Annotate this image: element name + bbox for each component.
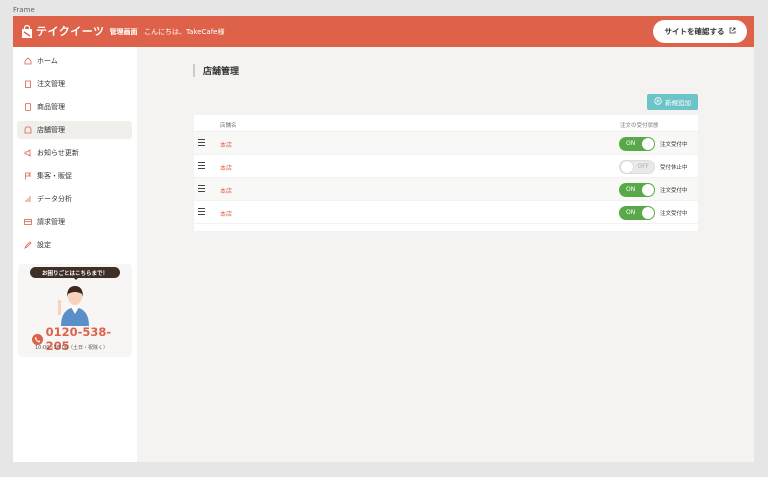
help-card: お困りごとはこちらまで！ 0120-538-205 10:00~18:00（土日… bbox=[18, 264, 132, 357]
logo-subtitle: 管理画面 bbox=[109, 28, 138, 36]
home-icon bbox=[21, 57, 34, 65]
sidebar-item-label: 注文管理 bbox=[37, 80, 65, 88]
table-header: 店舗名 注文の受付状態 bbox=[194, 115, 698, 132]
megaphone-icon bbox=[21, 149, 34, 157]
pencil-icon bbox=[21, 241, 34, 249]
table-row: 本店 ON 注文受付中 bbox=[194, 201, 698, 224]
card-icon bbox=[21, 218, 34, 226]
header-bar: テイクイーツ 管理画面 こんにちは、TakeCafe様 サイトを確認する bbox=[13, 16, 754, 47]
toggle-label: ON bbox=[626, 140, 636, 147]
sidebar: ホーム 注文管理 商品管理 店舗管理 お知らせ更新 集客・販促 データ分析 請求… bbox=[13, 47, 137, 462]
external-link-icon bbox=[729, 27, 736, 36]
book-icon bbox=[21, 103, 34, 111]
column-header-store-name: 店舗名 bbox=[220, 123, 237, 129]
sidebar-item-label: 集客・販促 bbox=[37, 172, 72, 180]
table-row: 本店 ON 注文受付中 bbox=[194, 132, 698, 155]
sidebar-item-home[interactable]: ホーム bbox=[17, 52, 132, 70]
sidebar-item-stores[interactable]: 店舗管理 bbox=[17, 121, 132, 139]
order-status-toggle[interactable]: ON bbox=[619, 183, 655, 197]
sidebar-item-label: データ分析 bbox=[37, 195, 72, 203]
toggle-label: OFF bbox=[637, 163, 649, 170]
drag-handle-icon[interactable] bbox=[198, 139, 205, 148]
page-header: 店舗管理 bbox=[193, 64, 239, 77]
sidebar-item-products[interactable]: 商品管理 bbox=[17, 98, 132, 116]
status-text: 注文受付中 bbox=[660, 142, 688, 148]
order-status-toggle[interactable]: ON bbox=[619, 206, 655, 220]
page-title: 店舗管理 bbox=[203, 67, 240, 77]
shopping-bag-icon bbox=[21, 24, 33, 38]
flag-icon bbox=[21, 172, 34, 180]
status-text: 注文受付中 bbox=[660, 188, 688, 194]
sidebar-item-billing[interactable]: 請求管理 bbox=[17, 213, 132, 231]
table-row: 本店 OFF 受付休止中 bbox=[194, 155, 698, 178]
sidebar-item-label: ホーム bbox=[37, 57, 58, 65]
view-site-label: サイトを確認する bbox=[664, 27, 725, 36]
plus-circle-icon bbox=[654, 97, 662, 107]
support-person-illustration bbox=[55, 281, 95, 326]
store-name-link[interactable]: 本店 bbox=[220, 140, 232, 149]
view-site-button[interactable]: サイトを確認する bbox=[653, 20, 747, 43]
toggle-label: ON bbox=[626, 209, 636, 216]
order-status-toggle[interactable]: ON bbox=[619, 137, 655, 151]
add-new-button[interactable]: 新規追加 bbox=[647, 94, 698, 110]
add-new-label: 新規追加 bbox=[665, 99, 691, 107]
toggle-knob bbox=[642, 138, 654, 150]
sidebar-item-label: 商品管理 bbox=[37, 103, 65, 111]
toggle-knob bbox=[642, 184, 654, 196]
greeting: こんにちは、TakeCafe様 bbox=[144, 28, 225, 36]
sidebar-item-orders[interactable]: 注文管理 bbox=[17, 75, 132, 93]
drag-handle-icon[interactable] bbox=[198, 208, 205, 217]
app-frame: テイクイーツ 管理画面 こんにちは、TakeCafe様 サイトを確認する ホーム… bbox=[13, 16, 754, 462]
logo[interactable]: テイクイーツ 管理画面 bbox=[21, 23, 138, 39]
sidebar-item-label: 店舗管理 bbox=[37, 126, 65, 134]
phone-icon bbox=[32, 333, 43, 345]
order-status-toggle[interactable]: OFF bbox=[619, 160, 655, 174]
table-row: 本店 ON 注文受付中 bbox=[194, 178, 698, 201]
sidebar-item-promotion[interactable]: 集客・販促 bbox=[17, 167, 132, 185]
sidebar-item-label: お知らせ更新 bbox=[37, 149, 79, 157]
support-hours: 10:00~18:00（土日・祝除く） bbox=[35, 345, 109, 351]
status-text: 注文受付中 bbox=[660, 211, 688, 217]
help-bubble: お困りごとはこちらまで！ bbox=[30, 267, 120, 280]
drag-handle-icon[interactable] bbox=[198, 185, 205, 194]
store-name-link[interactable]: 本店 bbox=[220, 186, 232, 195]
toggle-knob bbox=[642, 207, 654, 219]
toggle-knob bbox=[621, 161, 633, 173]
clipboard-icon bbox=[21, 80, 34, 88]
bar-chart-icon bbox=[21, 195, 34, 203]
store-table: 店舗名 注文の受付状態 本店 ON 注文受付中 本店 OFF 受付休止中 本店 … bbox=[194, 115, 698, 231]
toggle-label: ON bbox=[626, 186, 636, 193]
logo-text: テイクイーツ bbox=[36, 25, 105, 38]
sidebar-item-settings[interactable]: 設定 bbox=[17, 236, 132, 254]
status-text: 受付休止中 bbox=[660, 165, 688, 171]
table-body: 本店 ON 注文受付中 本店 OFF 受付休止中 本店 ON 注文受付中 本店 … bbox=[194, 132, 698, 224]
frame-label: Frame bbox=[13, 6, 35, 14]
drag-handle-icon[interactable] bbox=[198, 162, 205, 171]
sidebar-item-label: 設定 bbox=[37, 241, 51, 249]
store-name-link[interactable]: 本店 bbox=[220, 163, 232, 172]
store-name-link[interactable]: 本店 bbox=[220, 209, 232, 218]
column-header-order-status: 注文の受付状態 bbox=[620, 123, 659, 129]
sidebar-item-label: 請求管理 bbox=[37, 218, 65, 226]
sidebar-item-analytics[interactable]: データ分析 bbox=[17, 190, 132, 208]
sidebar-item-news[interactable]: お知らせ更新 bbox=[17, 144, 132, 162]
store-icon bbox=[21, 126, 34, 134]
